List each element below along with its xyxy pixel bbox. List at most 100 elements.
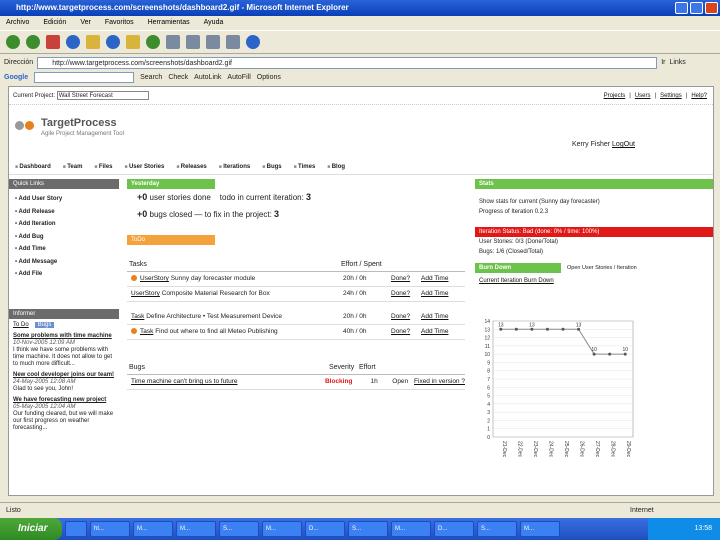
burn-down-options[interactable]: Open User Stories / Iteration (561, 265, 637, 271)
task-type[interactable]: UserStory (131, 290, 160, 297)
task-type[interactable]: Task (140, 328, 153, 335)
refresh-icon[interactable] (66, 35, 80, 49)
taskbar-item[interactable]: M... (133, 521, 173, 537)
nav-team[interactable]: Team (63, 159, 82, 174)
quick-link-add-time[interactable]: Add Time (15, 243, 119, 256)
taskbar-item[interactable]: D... (434, 521, 474, 537)
taskbar-item[interactable]: S... (219, 521, 259, 537)
news-title[interactable]: We have forecasting new project (13, 397, 115, 404)
nav-releases[interactable]: Releases (176, 159, 207, 174)
menu-view[interactable]: Ver (80, 16, 91, 29)
menu-help[interactable]: Ayuda (204, 16, 224, 29)
google-autolink-button[interactable]: AutoLink (194, 74, 221, 81)
menu-tools[interactable]: Herramientas (148, 16, 190, 29)
users-link[interactable]: Users (635, 87, 651, 105)
bugs-header: Bugs Severity Effort (127, 362, 465, 375)
minimize-button[interactable] (675, 2, 688, 14)
task-add-time-link[interactable]: Add Time (421, 310, 461, 324)
taskbar-item[interactable]: S... (348, 521, 388, 537)
bug-name[interactable]: Time machine can't bring us to future (131, 375, 325, 389)
task-add-time-link[interactable]: Add Time (421, 325, 461, 339)
search-icon[interactable] (106, 35, 120, 49)
quick-link-add-user-story[interactable]: Add User Story (15, 193, 119, 206)
top-links: Projects | Users | Settings | Help? (604, 87, 707, 105)
menu-favorites[interactable]: Favoritos (105, 16, 134, 29)
address-input[interactable]: http://www.targetprocess.com/screenshots… (37, 56, 658, 69)
taskbar-item[interactable]: M... (391, 521, 431, 537)
nav-bugs[interactable]: Bugs (262, 159, 282, 174)
bugs-closed-label: bugs closed (149, 210, 193, 219)
stats-line: Progress of Iteration 0.2.3 (479, 209, 549, 215)
nav-blog[interactable]: Blog (327, 159, 345, 174)
table-row: Time machine can't bring us to future Bl… (127, 375, 465, 390)
quick-link-add-iteration[interactable]: Add Iteration (15, 218, 119, 231)
history-icon[interactable] (146, 35, 160, 49)
address-bar: Dirección http://www.targetprocess.com/s… (0, 55, 720, 70)
stop-icon[interactable] (46, 35, 60, 49)
informer-tab-todo[interactable]: To Do (13, 322, 29, 328)
google-check-button[interactable]: Check (168, 74, 188, 81)
go-button[interactable]: Ir (661, 59, 665, 66)
edit-icon[interactable] (206, 35, 220, 49)
google-logo: Google (4, 74, 29, 81)
task-add-time-link[interactable]: Add Time (421, 272, 461, 286)
taskbar-item[interactable]: M... (262, 521, 302, 537)
taskbar-item[interactable]: S... (477, 521, 517, 537)
mail-icon[interactable] (166, 35, 180, 49)
logout-link[interactable]: LogOut (612, 141, 635, 148)
nav-dashboard[interactable]: Dashboard (15, 159, 50, 174)
quick-link-add-message[interactable]: Add Message (15, 256, 119, 269)
bug-fixed-link[interactable]: Fixed in version ? (414, 375, 465, 389)
task-done-link[interactable]: Done? (391, 272, 421, 286)
current-project-select[interactable]: Wall Street Forecast (56, 90, 149, 100)
news-title[interactable]: New cool developer joins our team! (13, 372, 115, 379)
y-tick-label: 10 (484, 352, 490, 358)
quick-link-add-release[interactable]: Add Release (15, 206, 119, 219)
quicklaunch-icon[interactable] (65, 521, 87, 537)
discuss-icon[interactable] (226, 35, 240, 49)
todo-iteration-count: 3 (306, 192, 312, 202)
taskbar-item[interactable]: D... (305, 521, 345, 537)
task-type[interactable]: UserStory (140, 275, 169, 282)
back-icon[interactable] (6, 35, 20, 49)
messenger-icon[interactable] (246, 35, 260, 49)
forward-icon[interactable] (26, 35, 40, 49)
nav-times[interactable]: Times (294, 159, 315, 174)
print-icon[interactable] (186, 35, 200, 49)
settings-link[interactable]: Settings (660, 87, 682, 105)
logo-subtitle: Agile Project Management Tool (41, 131, 124, 137)
google-search-button[interactable]: Search (140, 74, 162, 81)
taskbar-item[interactable]: M... (176, 521, 216, 537)
menu-file[interactable]: Archivo (6, 16, 29, 29)
google-search-input[interactable] (34, 72, 135, 83)
stats-panel: Stats Show stats for current (Sunny day … (475, 179, 713, 286)
nav-iterations[interactable]: Iterations (219, 159, 250, 174)
main-nav: Dashboard Team Files User Stories Releas… (9, 159, 713, 175)
task-add-time-link[interactable]: Add Time (421, 287, 461, 301)
taskbar-item[interactable]: M... (520, 521, 560, 537)
google-options-button[interactable]: Options (257, 74, 281, 81)
task-done-link[interactable]: Done? (391, 287, 421, 301)
google-autofill-button[interactable]: AutoFill (227, 74, 250, 81)
taskbar-item[interactable]: ht... (90, 521, 130, 537)
quick-link-add-bug[interactable]: Add Bug (15, 231, 119, 244)
informer-tab-bugs[interactable]: Bugs (34, 322, 55, 328)
links-button[interactable]: Links (669, 59, 685, 66)
task-done-link[interactable]: Done? (391, 325, 421, 339)
projects-link[interactable]: Projects (604, 87, 626, 105)
task-done-link[interactable]: Done? (391, 310, 421, 324)
nav-user-stories[interactable]: User Stories (125, 159, 164, 174)
help-link[interactable]: Help? (691, 87, 707, 105)
bugs-col-effort: Effort (359, 364, 376, 371)
nav-files[interactable]: Files (94, 159, 113, 174)
start-button[interactable]: Iniciar (0, 518, 62, 540)
close-button[interactable] (705, 2, 718, 14)
menu-edit[interactable]: Edición (43, 16, 66, 29)
task-type[interactable]: Task (131, 313, 144, 320)
quick-link-add-file[interactable]: Add File (15, 268, 119, 281)
news-title[interactable]: Some problems with time machine (13, 333, 115, 340)
burn-down-link[interactable]: Current Iteration Burn Down (475, 276, 713, 286)
maximize-button[interactable] (690, 2, 703, 14)
favorites-star-icon[interactable] (126, 35, 140, 49)
home-icon[interactable] (86, 35, 100, 49)
